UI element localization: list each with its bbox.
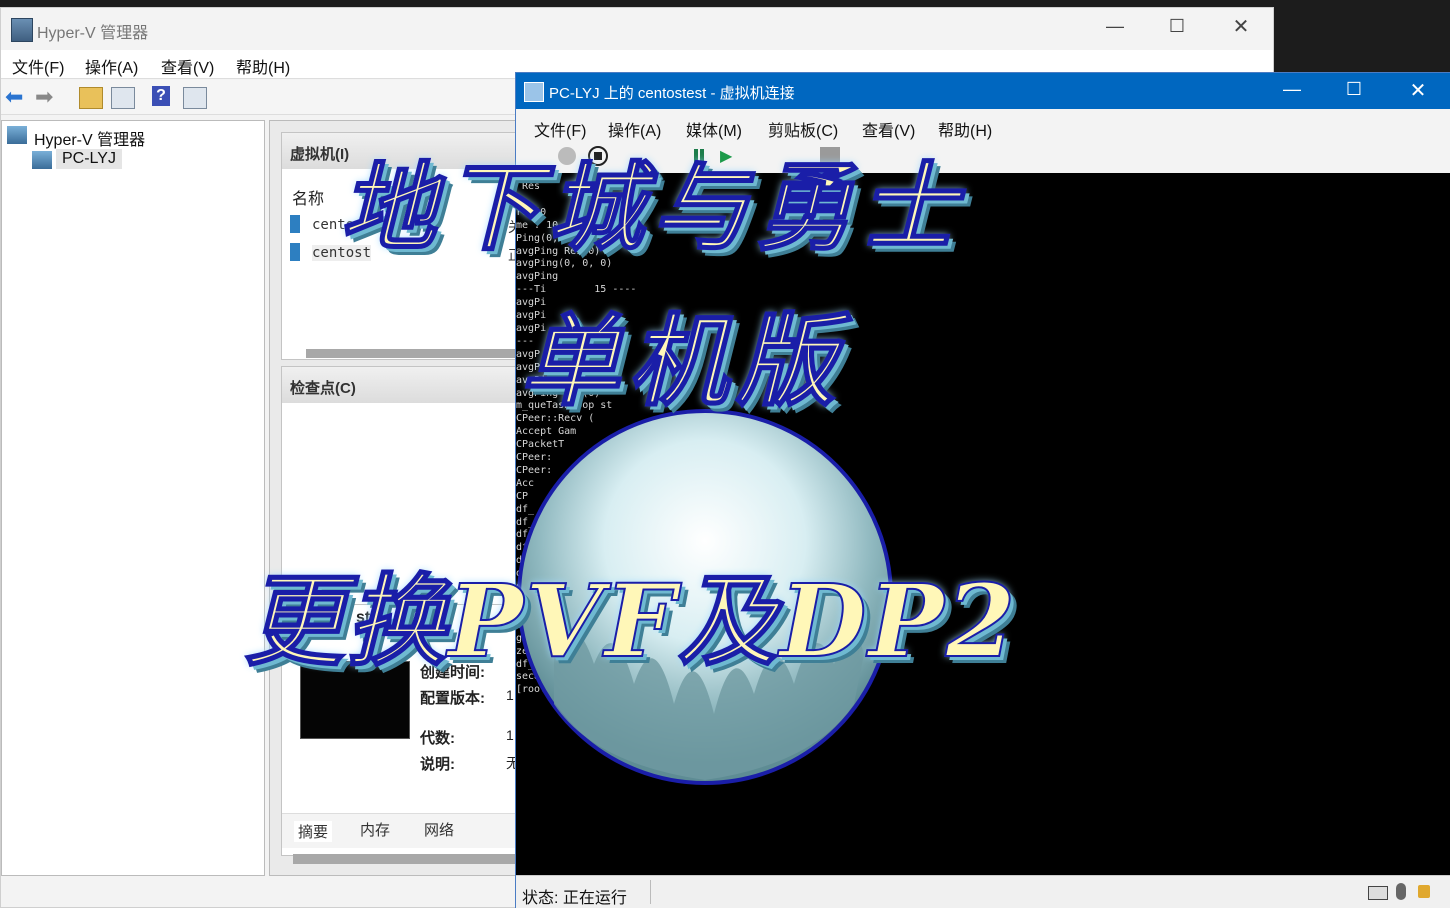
col-name-header[interactable]: 名称 <box>292 185 324 209</box>
detail-value-gen: 1 <box>506 727 514 743</box>
mouse-icon <box>1396 883 1406 900</box>
detail-label-gen: 代数: <box>420 730 455 747</box>
hv-tree-pane: Hyper-V 管理器 PC-LYJ <box>1 120 265 876</box>
show-tree-icon[interactable] <box>111 87 135 109</box>
tab-memory[interactable]: 内存 <box>360 819 390 840</box>
overlay-title-line2: 单机版 <box>519 301 844 421</box>
vm-icon <box>290 215 300 233</box>
vm-window-icon <box>524 82 544 102</box>
vm-status-text: 状态: 正在运行 <box>522 890 627 907</box>
vm-icon <box>290 243 300 261</box>
hv-maximize-button[interactable]: ☐ <box>1157 16 1197 37</box>
tree-root-label[interactable]: Hyper-V 管理器 <box>34 126 145 150</box>
action-pane-icon[interactable] <box>183 87 207 109</box>
folder-up-icon[interactable] <box>79 87 103 109</box>
forward-arrow-icon[interactable]: ➡ <box>35 84 53 110</box>
overlay-title-line1: 地下城与勇士 <box>339 150 964 265</box>
hv-menu-file[interactable]: 文件(F) <box>12 54 64 78</box>
vm-minimize-button[interactable]: — <box>1272 79 1312 100</box>
hv-menu-help[interactable]: 帮助(H) <box>236 54 290 78</box>
detail-value-config: 1 <box>506 687 514 703</box>
tab-network[interactable]: 网络 <box>424 819 454 840</box>
detail-label-notes: 说明: <box>420 756 455 773</box>
vm-list-scrollbar[interactable] <box>306 349 516 358</box>
hv-menu-view[interactable]: 查看(V) <box>161 54 214 78</box>
tab-summary[interactable]: 摘要 <box>294 821 333 842</box>
hv-window-title: Hyper-V 管理器 <box>37 25 149 42</box>
help-icon[interactable]: ? <box>152 86 170 106</box>
hv-title-bar[interactable]: Hyper-V 管理器 — ☐ ✕ <box>1 8 1273 48</box>
checkpoint-title: 检查点(C) <box>290 380 356 397</box>
hv-minimize-button[interactable]: — <box>1095 16 1135 37</box>
server-icon <box>7 126 27 144</box>
hyperv-app-icon <box>11 18 33 42</box>
vm-title-bar[interactable]: PC-LYJ 上的 centostest - 虚拟机连接 — ☐ ✕ <box>516 73 1450 109</box>
vm-window-title: PC-LYJ 上的 centostest - 虚拟机连接 <box>549 85 795 102</box>
tree-host-item[interactable]: PC-LYJ <box>56 149 122 169</box>
vm-maximize-button[interactable]: ☐ <box>1334 79 1374 100</box>
detail-label-config: 配置版本: <box>420 690 485 707</box>
status-divider <box>650 880 651 904</box>
vm-status-bar: 状态: 正在运行 <box>516 875 1450 908</box>
hv-menu-action[interactable]: 操作(A) <box>85 54 138 78</box>
details-scrollbar[interactable] <box>293 854 519 864</box>
host-icon <box>32 151 52 169</box>
overlay-title-line3: 更换PVF及DP2 <box>243 561 1018 681</box>
keyboard-icon <box>1368 886 1388 900</box>
back-arrow-icon[interactable]: ⬅ <box>5 84 23 110</box>
hv-close-button[interactable]: ✕ <box>1221 14 1261 39</box>
vm-close-button[interactable]: ✕ <box>1398 78 1438 103</box>
lock-icon <box>1418 885 1430 898</box>
